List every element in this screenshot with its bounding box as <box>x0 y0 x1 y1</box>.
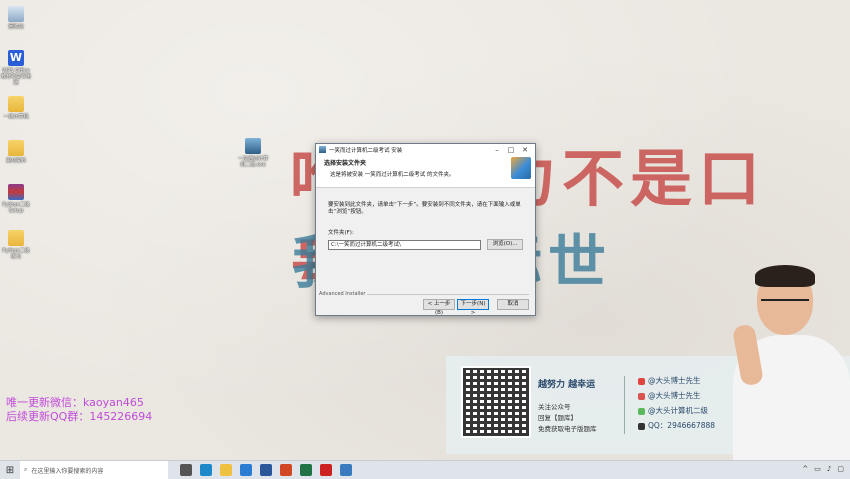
mail-icon[interactable] <box>240 464 252 476</box>
desktop-icon-label: 一次通过计算机二级.exe <box>237 156 268 168</box>
close-icon[interactable]: ✕ <box>518 146 532 154</box>
social-wechat: @大头计算机二级 <box>638 405 708 416</box>
weibo-icon <box>638 377 645 385</box>
header-subtitle: 这是将被安装 一笑而过计算机二级考试 的文件夹。 <box>330 172 455 178</box>
file-explorer-icon[interactable] <box>220 464 232 476</box>
system-tray: ^ ▭ ♪ ▢ <box>802 465 844 473</box>
dialog-title: 一笑而过计算机二级考试 安装 <box>329 147 403 154</box>
next-button[interactable]: 下一步(N) > <box>457 299 489 316</box>
social-weibo: @大头博士先生 <box>638 375 701 386</box>
taskbar-search[interactable]: ⌕ 在这里输入你要搜索的内容 <box>20 461 168 479</box>
desktop-icon-label: 一级计算机 <box>3 114 29 120</box>
desktop-icon-label: 素材资料 <box>5 158 26 164</box>
powerpoint-icon[interactable] <box>280 464 292 476</box>
task-view-icon[interactable] <box>180 464 192 476</box>
recorder-icon[interactable] <box>320 464 332 476</box>
installer-icon <box>245 138 261 154</box>
search-placeholder: 在这里输入你要搜索的内容 <box>31 467 104 475</box>
dialog-header: 选择安装文件夹 这是将被安装 一笑而过计算机二级考试 的文件夹。 <box>316 155 535 188</box>
winrar-icon <box>8 184 24 200</box>
search-icon: ⌕ <box>24 466 28 473</box>
slogan: 越努力 越幸运 <box>538 380 596 390</box>
maximize-icon[interactable]: □ <box>504 146 518 154</box>
network-icon[interactable]: ▭ <box>814 465 821 473</box>
reply-text: 回复【题库】 <box>538 414 577 422</box>
installer-icon[interactable] <box>340 464 352 476</box>
social-label: QQ：2946667888 <box>648 421 716 430</box>
free-text: 免费获取电子版题库 <box>538 425 597 433</box>
folder-icon <box>8 140 24 156</box>
panel-divider <box>624 376 625 434</box>
social-label: @大头计算机二级 <box>648 406 708 415</box>
social-mail: @大头博士先生 <box>638 390 701 401</box>
dialog-footer: Advanced Installer < 上一步(B) 下一步(N) > 取消 <box>316 291 535 316</box>
desktop-icon-folder-2[interactable]: 素材资料 <box>0 140 32 164</box>
folder-icon <box>8 230 24 246</box>
qq-icon <box>638 422 645 430</box>
dialog-body: 要安装到此文件夹，请单击“下一步”。要安装到不同文件夹，请在下面输入或单击“浏览… <box>316 188 535 250</box>
browse-button[interactable]: 浏览(O)... <box>487 239 523 250</box>
social-qq: QQ：2946667888 <box>638 420 715 431</box>
footer-brand: Advanced Installer <box>319 291 368 297</box>
notification-icon[interactable]: ▢ <box>837 465 844 473</box>
recycle-bin-icon <box>8 6 24 22</box>
follow-text: 关注公众号 <box>538 403 571 411</box>
desktop-icon-label: Python二级 Setup <box>2 202 30 214</box>
presenter-image <box>731 265 850 460</box>
desktop: 唯有努力不是口号，做 我的目标世 回收站 W WPS Office 教育考试专用… <box>0 0 850 460</box>
setup-logo-icon <box>511 157 531 179</box>
minimize-icon[interactable]: – <box>490 146 504 154</box>
edge-icon[interactable] <box>200 464 212 476</box>
taskbar: ⊞ ⌕ 在这里输入你要搜索的内容 ^ ▭ ♪ ▢ <box>0 460 850 479</box>
back-button[interactable]: < 上一步(B) <box>423 299 455 316</box>
social-label: @大头博士先生 <box>648 391 701 400</box>
instruction-text: 要安装到此文件夹，请单击“下一步”。要安装到不同文件夹，请在下面输入或单击“浏览… <box>328 202 521 215</box>
header-title: 选择安装文件夹 <box>324 160 367 167</box>
dialog-titlebar[interactable]: 一笑而过计算机二级考试 安装 – □ ✕ <box>316 144 535 155</box>
desktop-icon-installer[interactable]: 一次通过计算机二级.exe <box>237 138 269 168</box>
desktop-icon-label: WPS Office 教育考试专用版 <box>0 68 31 86</box>
desktop-icon-folder-1[interactable]: 一级计算机 <box>0 96 32 120</box>
desktop-icon-recycle-bin[interactable]: 回收站 <box>0 6 32 30</box>
folder-icon <box>8 96 24 112</box>
desktop-icon-winrar[interactable]: Python二级 Setup <box>0 184 32 214</box>
wechat-icon <box>638 407 645 415</box>
desktop-icon-wps[interactable]: W WPS Office 教育考试专用版 <box>0 50 32 86</box>
folder-path-input[interactable]: C:\一笑而过计算机二级考试\ <box>328 239 482 250</box>
excel-icon[interactable] <box>300 464 312 476</box>
footer-divider <box>352 294 529 295</box>
desktop-icon-label: Python二级 练习 <box>2 248 30 260</box>
word-icon[interactable] <box>260 464 272 476</box>
installer-icon <box>319 146 326 153</box>
wps-icon: W <box>8 50 24 66</box>
volume-icon[interactable]: ♪ <box>827 465 831 473</box>
mail-icon <box>638 392 645 400</box>
setup-dialog: 一笑而过计算机二级考试 安装 – □ ✕ 选择安装文件夹 这是将被安装 一笑而过… <box>315 143 536 316</box>
chevron-up-icon[interactable]: ^ <box>802 465 808 473</box>
folder-label: 文件夹(F): <box>328 230 354 236</box>
start-button[interactable]: ⊞ <box>0 465 20 476</box>
promo-qq: 后续更新QQ群：145226694 <box>6 410 153 423</box>
taskbar-apps <box>176 464 356 476</box>
social-label: @大头博士先生 <box>648 376 701 385</box>
desktop-icon-folder-3[interactable]: Python二级 练习 <box>0 230 32 260</box>
desktop-icon-label: 回收站 <box>8 24 24 30</box>
cancel-button[interactable]: 取消 <box>497 299 529 310</box>
qr-code-icon <box>461 366 531 438</box>
